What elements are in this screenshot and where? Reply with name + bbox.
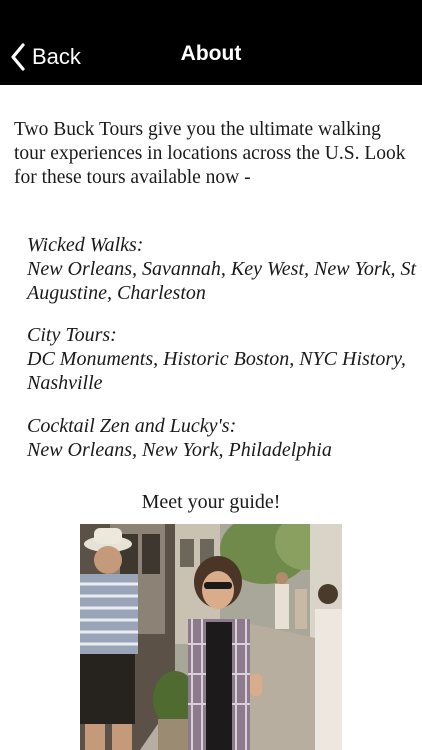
- tour-title: City Tours:: [27, 324, 117, 346]
- tour-group-city-tours: City Tours: DC Monuments, Historic Bosto…: [27, 323, 417, 395]
- navigation-bar: Back About: [0, 0, 422, 85]
- intro-paragraph: Two Buck Tours give you the ultimate wal…: [14, 119, 406, 188]
- tour-cities: New Orleans, New York, Philadelphia: [27, 439, 332, 461]
- guide-photo-image: [80, 524, 342, 750]
- tour-cities: DC Monuments, Historic Boston, NYC Histo…: [27, 348, 406, 394]
- guide-photo: [80, 524, 342, 750]
- page-title: About: [180, 42, 242, 65]
- tour-title: Cocktail Zen and Lucky's:: [27, 415, 237, 437]
- tour-group-cocktail-zen: Cocktail Zen and Lucky's: New Orleans, N…: [27, 414, 417, 462]
- tour-cities: New Orleans, Savannah, Key West, New Yor…: [27, 258, 417, 304]
- meet-guide-heading: Meet your guide!: [141, 491, 281, 513]
- about-screen: Back About Two Buck Tours give you the u…: [0, 0, 422, 750]
- tour-title: Wicked Walks:: [27, 234, 144, 256]
- about-content: Two Buck Tours give you the ultimate wal…: [0, 85, 422, 750]
- tour-group-wicked-walks: Wicked Walks: New Orleans, Savannah, Key…: [27, 233, 417, 305]
